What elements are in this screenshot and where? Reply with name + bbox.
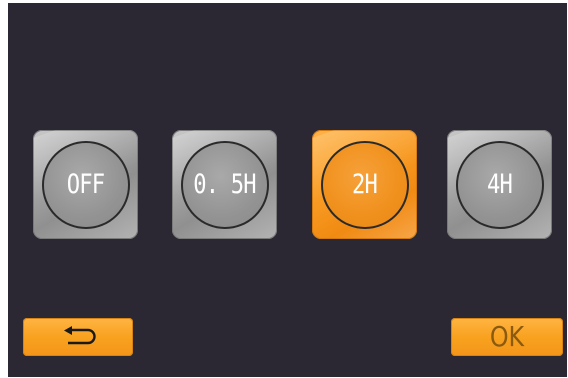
timer-option-2h[interactable]: 2H (312, 130, 417, 239)
back-button[interactable] (23, 318, 133, 356)
ok-label: OK (489, 320, 525, 353)
timer-option-0-5h[interactable]: 0. 5H (172, 130, 277, 239)
return-arrow-icon (64, 326, 96, 345)
option-label: 4H (486, 168, 513, 200)
timer-option-off[interactable]: OFF (33, 130, 138, 239)
ok-button[interactable]: OK (451, 318, 563, 356)
option-label: OFF (66, 168, 105, 200)
timer-option-4h[interactable]: 4H (447, 130, 552, 239)
option-label: 0. 5H (193, 168, 256, 200)
option-label: 2H (351, 168, 378, 200)
timer-screen: OFF 0. 5H 2H 4H OK (8, 3, 567, 377)
